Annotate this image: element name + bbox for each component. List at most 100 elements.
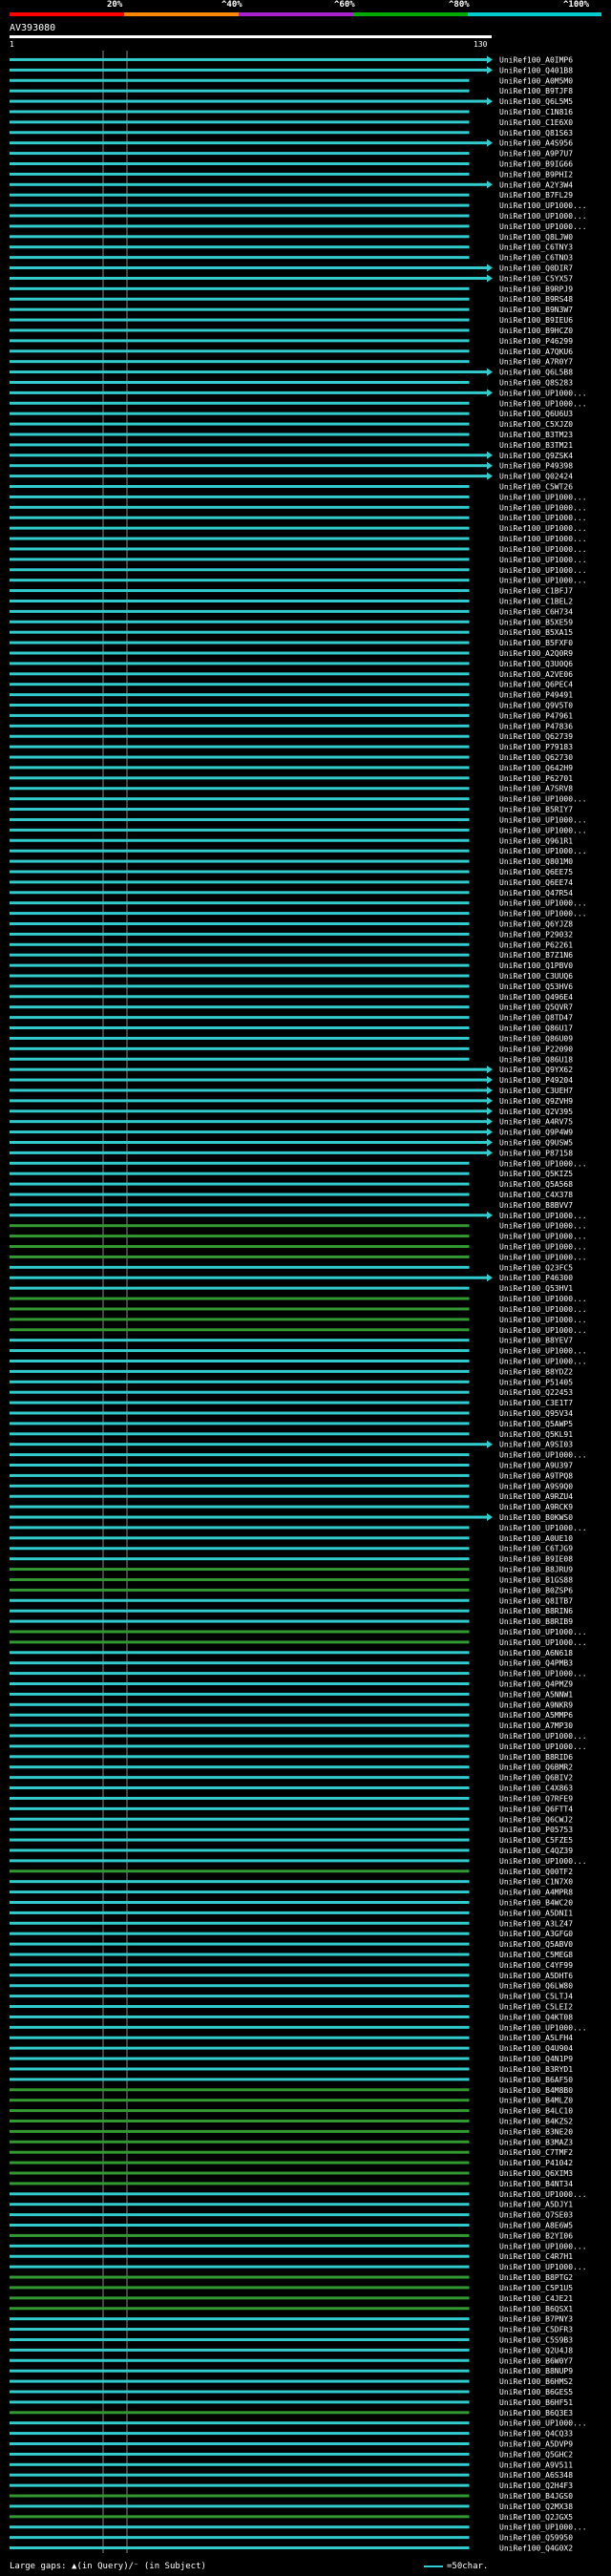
- hit-row[interactable]: UniRef100_C4YF99: [10, 1961, 573, 1970]
- hit-bar[interactable]: [10, 2494, 470, 2498]
- hit-row[interactable]: UniRef100_A7QKU6: [10, 348, 573, 356]
- hit-label[interactable]: UniRef100_C7TMF2: [499, 2148, 573, 2157]
- hit-bar[interactable]: [10, 475, 488, 478]
- hit-bar[interactable]: [10, 2546, 470, 2550]
- hit-bar[interactable]: [10, 235, 470, 239]
- hit-row[interactable]: UniRef100_B3TM21: [10, 441, 573, 450]
- hit-label[interactable]: UniRef100_C5S9B3: [499, 2335, 573, 2344]
- hit-row[interactable]: UniRef100_Q6L5B8: [10, 368, 573, 377]
- hit-row[interactable]: UniRef100_Q2MX38: [10, 2502, 573, 2511]
- hit-row[interactable]: UniRef100_Q2V395: [10, 1107, 573, 1116]
- hit-row[interactable]: UniRef100_P51405: [10, 1378, 573, 1386]
- hit-row[interactable]: UniRef100_UP1000...: [10, 2419, 587, 2428]
- hit-label[interactable]: UniRef100_Q2U4J8: [499, 2346, 573, 2354]
- hit-bar[interactable]: [10, 568, 470, 572]
- hit-row[interactable]: UniRef100_UP1000...: [10, 1222, 587, 1231]
- hit-bar[interactable]: [10, 1067, 488, 1071]
- hit-label[interactable]: UniRef100_A7R0Y7: [499, 358, 573, 367]
- hit-label[interactable]: UniRef100_A5DHT6: [499, 1972, 573, 1980]
- hit-bar[interactable]: [10, 1536, 470, 1540]
- hit-label[interactable]: UniRef100_C5YX57: [499, 274, 573, 283]
- hit-label[interactable]: UniRef100_C6TJG9: [499, 1545, 573, 1553]
- hit-row[interactable]: UniRef100_A7MP30: [10, 1721, 573, 1730]
- hit-bar[interactable]: [10, 2015, 470, 2018]
- hit-label[interactable]: UniRef100_Q9P4W9: [499, 1129, 573, 1137]
- hit-label[interactable]: UniRef100_A4RV75: [499, 1118, 573, 1127]
- hit-bar[interactable]: [10, 1682, 470, 1686]
- hit-label[interactable]: UniRef100_UP1000...: [499, 1233, 587, 1241]
- hit-label[interactable]: UniRef100_B9TJF8: [499, 87, 573, 95]
- hit-row[interactable]: UniRef100_Q8S283: [10, 378, 573, 387]
- hit-row[interactable]: UniRef100_Q6LW80: [10, 1982, 573, 1991]
- hit-bar[interactable]: [10, 2150, 470, 2154]
- hit-label[interactable]: UniRef100_A5NNW1: [499, 1690, 573, 1699]
- hit-row[interactable]: UniRef100_B4LC10: [10, 2107, 573, 2116]
- hit-label[interactable]: UniRef100_B6AF50: [499, 2076, 573, 2084]
- hit-row[interactable]: UniRef100_B9HCZ0: [10, 327, 573, 335]
- hit-row[interactable]: UniRef100_A3LZ47: [10, 1919, 573, 1928]
- hit-row[interactable]: UniRef100_UP1000...: [10, 1524, 587, 1532]
- hit-label[interactable]: UniRef100_B4MLZ0: [499, 2097, 573, 2105]
- hit-label[interactable]: UniRef100_A9SI03: [499, 1441, 573, 1449]
- hit-bar[interactable]: [10, 1265, 470, 1269]
- hit-row[interactable]: UniRef100_UP1000...: [10, 577, 587, 585]
- hit-bar[interactable]: [10, 1557, 470, 1561]
- hit-bar[interactable]: [10, 2057, 470, 2060]
- hit-label[interactable]: UniRef100_A9V511: [499, 2460, 573, 2469]
- hit-label[interactable]: UniRef100_B8RIN6: [499, 1607, 573, 1615]
- hit-label[interactable]: UniRef100_A6S348: [499, 2471, 573, 2480]
- hit-row[interactable]: UniRef100_P62261: [10, 940, 573, 949]
- hit-bar[interactable]: [10, 1140, 488, 1144]
- hit-row[interactable]: UniRef100_Q95V34: [10, 1409, 573, 1418]
- hit-label[interactable]: UniRef100_UP1000...: [499, 524, 587, 533]
- hit-bar[interactable]: [10, 1203, 470, 1207]
- hit-row[interactable]: UniRef100_Q6PEC4: [10, 681, 573, 689]
- hit-label[interactable]: UniRef100_Q6YJZ8: [499, 919, 573, 928]
- hit-label[interactable]: UniRef100_UP1000...: [499, 815, 587, 824]
- hit-row[interactable]: UniRef100_A5NNW1: [10, 1690, 573, 1699]
- hit-bar[interactable]: [10, 57, 488, 61]
- hit-label[interactable]: UniRef100_Q00TF2: [499, 1868, 573, 1876]
- hit-bar[interactable]: [10, 589, 470, 593]
- hit-bar[interactable]: [10, 1359, 470, 1362]
- hit-label[interactable]: UniRef100_A3LZ47: [499, 1919, 573, 1928]
- hit-label[interactable]: UniRef100_A5MMP6: [499, 1711, 573, 1720]
- hit-label[interactable]: UniRef100_UP1000...: [499, 577, 587, 585]
- hit-row[interactable]: UniRef100_B5RIY7: [10, 806, 573, 814]
- hit-label[interactable]: UniRef100_UP1000...: [499, 847, 587, 855]
- hit-label[interactable]: UniRef100_UP1000...: [499, 389, 587, 397]
- hit-bar[interactable]: [10, 2161, 470, 2164]
- hit-label[interactable]: UniRef100_Q5ABV0: [499, 1940, 573, 1949]
- hit-bar[interactable]: [10, 1723, 470, 1727]
- hit-bar[interactable]: [10, 1390, 470, 1394]
- hit-bar[interactable]: [10, 1182, 470, 1186]
- hit-label[interactable]: UniRef100_Q53HV6: [499, 982, 573, 991]
- hit-label[interactable]: UniRef100_Q8LJW0: [499, 233, 573, 242]
- hit-bar[interactable]: [10, 2515, 470, 2519]
- hit-row[interactable]: UniRef100_Q4U904: [10, 2044, 573, 2053]
- hit-row[interactable]: UniRef100_UP1000...: [10, 524, 587, 533]
- hit-bar[interactable]: [10, 516, 470, 519]
- hit-bar[interactable]: [10, 2213, 470, 2217]
- hit-label[interactable]: UniRef100_Q6XIM3: [499, 2169, 573, 2178]
- hit-label[interactable]: UniRef100_Q4U904: [499, 2044, 573, 2053]
- hit-label[interactable]: UniRef100_C5P1U5: [499, 2284, 573, 2292]
- hit-label[interactable]: UniRef100_Q496E4: [499, 993, 573, 1002]
- hit-row[interactable]: UniRef100_UP1000...: [10, 1326, 587, 1335]
- hit-bar[interactable]: [10, 1484, 470, 1488]
- hit-row[interactable]: UniRef100_Q6EE74: [10, 878, 573, 887]
- hit-label[interactable]: UniRef100_A8E6W5: [499, 2222, 573, 2230]
- hit-label[interactable]: UniRef100_B6Q3E3: [499, 2409, 573, 2418]
- hit-bar[interactable]: [10, 1640, 470, 1644]
- hit-row[interactable]: UniRef100_UP1000...: [10, 1732, 587, 1741]
- hit-bar[interactable]: [10, 745, 470, 749]
- hit-bar[interactable]: [10, 99, 488, 103]
- hit-row[interactable]: UniRef100_UP1000...: [10, 1243, 587, 1252]
- hit-bar[interactable]: [10, 1661, 470, 1665]
- hit-bar[interactable]: [10, 2182, 470, 2185]
- hit-label[interactable]: UniRef100_UP1000...: [499, 545, 587, 554]
- hit-row[interactable]: UniRef100_B4NT34: [10, 2180, 573, 2188]
- hit-row[interactable]: UniRef100_UP1000...: [10, 399, 587, 408]
- hit-label[interactable]: UniRef100_Q6CWJ2: [499, 1815, 573, 1824]
- hit-row[interactable]: UniRef100_Q1PBV0: [10, 961, 573, 970]
